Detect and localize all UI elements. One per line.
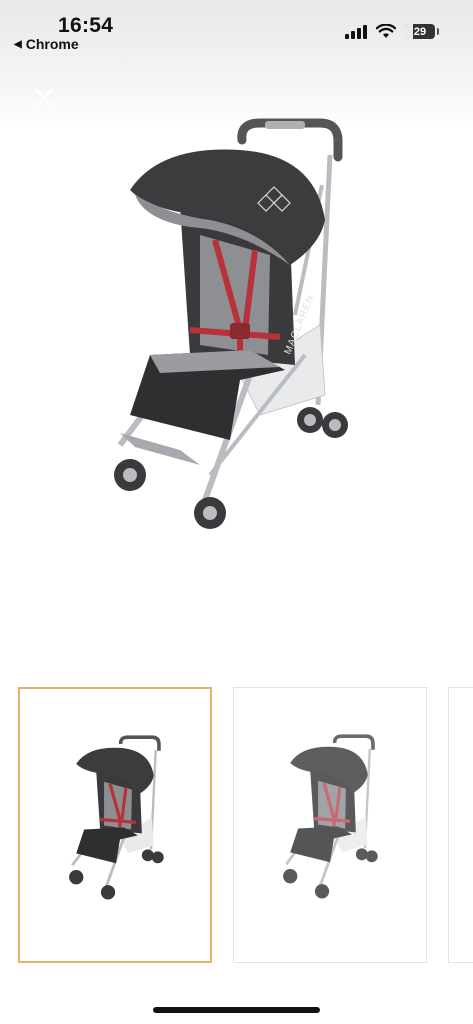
stroller-thumbnail-image [69, 735, 164, 900]
battery-level: 29 [413, 25, 427, 38]
stroller-thumbnail-2[interactable] [233, 687, 427, 963]
cellular-signal-icon [345, 24, 367, 39]
home-indicator[interactable] [153, 1007, 320, 1013]
close-icon [34, 88, 54, 108]
stroller-thumbnail-1[interactable] [18, 687, 212, 963]
back-to-app-link[interactable]: ◀ Chrome [14, 36, 79, 52]
stroller-thumbnail-3-partial[interactable] [448, 687, 473, 963]
stroller-product-image: MACLAREN [90, 115, 370, 555]
status-time: 16:54 [58, 14, 114, 37]
status-icons: 29 [345, 24, 439, 39]
battery-icon: 29 [405, 24, 439, 39]
wifi-icon [376, 24, 396, 38]
status-bar: 16:54 ◀ Chrome 29 [0, 0, 473, 60]
back-app-label: Chrome [25, 36, 79, 52]
close-button[interactable] [30, 84, 58, 112]
back-triangle-icon: ◀ [14, 38, 22, 50]
stroller-thumbnail-image [283, 734, 378, 899]
